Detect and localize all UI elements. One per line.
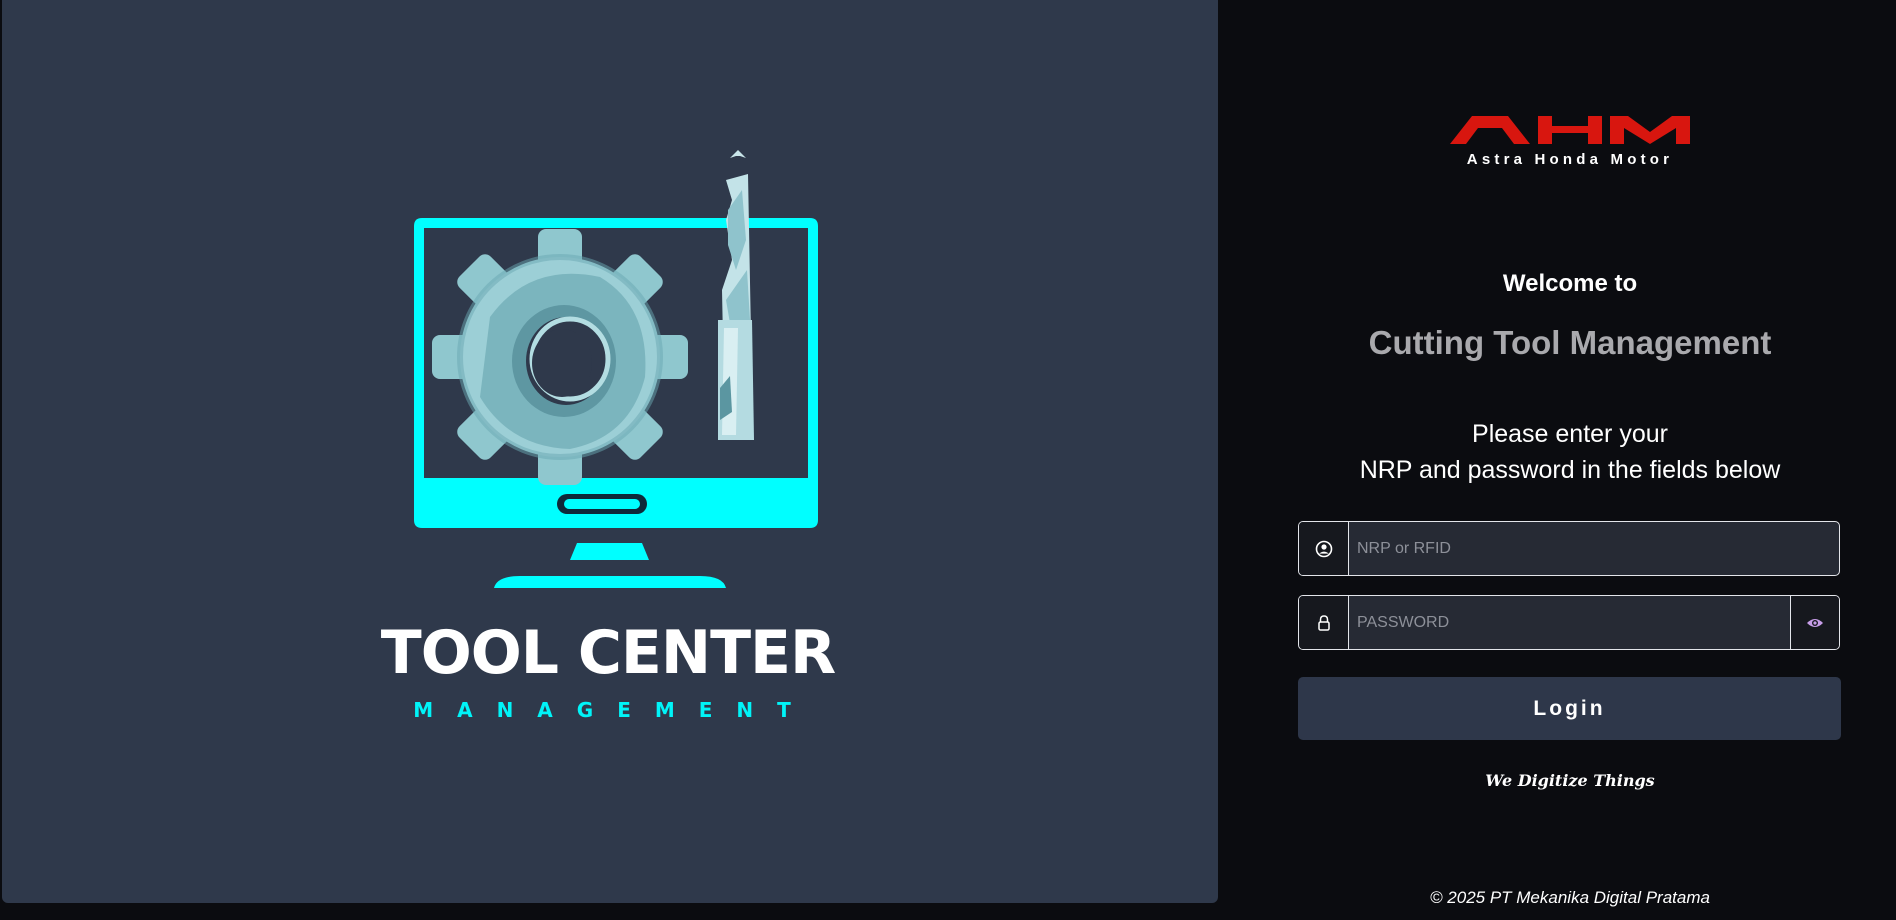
copyright-footer: © 2025 PT Mekanika Digital Pratama [1430,888,1710,907]
instruction-line-1: Please enter your [1472,420,1668,448]
tool-center-logo-illustration [414,150,818,588]
tagline: We Digitize Things [1485,771,1655,790]
ahm-logo-mark [1450,116,1690,144]
ahm-logo: Astra Honda Motor [1450,114,1690,174]
user-circle-icon [1299,522,1349,575]
login-button[interactable]: Login [1298,677,1841,740]
ahm-logo-caption: Astra Honda Motor [1466,151,1674,168]
login-instruction: Please enter your NRP and password in th… [1218,416,1896,488]
lock-icon [1299,596,1349,649]
brand-title: TOOL CENTER [380,618,836,688]
nrp-input[interactable] [1349,522,1839,575]
drill-bit-icon [718,150,754,440]
gear-icon [432,229,688,485]
app-name-heading: Cutting Tool Management [1368,324,1772,361]
login-panel: Astra Honda Motor Welcome to Cutting Too… [1218,0,1896,920]
nrp-field [1298,521,1840,576]
brand-subtitle: MANAGEMENT [413,698,815,722]
welcome-heading: Welcome to [1502,270,1638,297]
eye-icon [1807,618,1823,627]
instruction-line-2: NRP and password in the fields below [1359,456,1781,484]
password-field [1298,595,1840,650]
brand-panel: TOOL CENTER MANAGEMENT [2,0,1218,903]
show-password-toggle[interactable] [1790,596,1839,649]
login-page: TOOL CENTER MANAGEMENT Astra Honda Motor… [0,0,1896,920]
password-input[interactable] [1349,596,1790,649]
